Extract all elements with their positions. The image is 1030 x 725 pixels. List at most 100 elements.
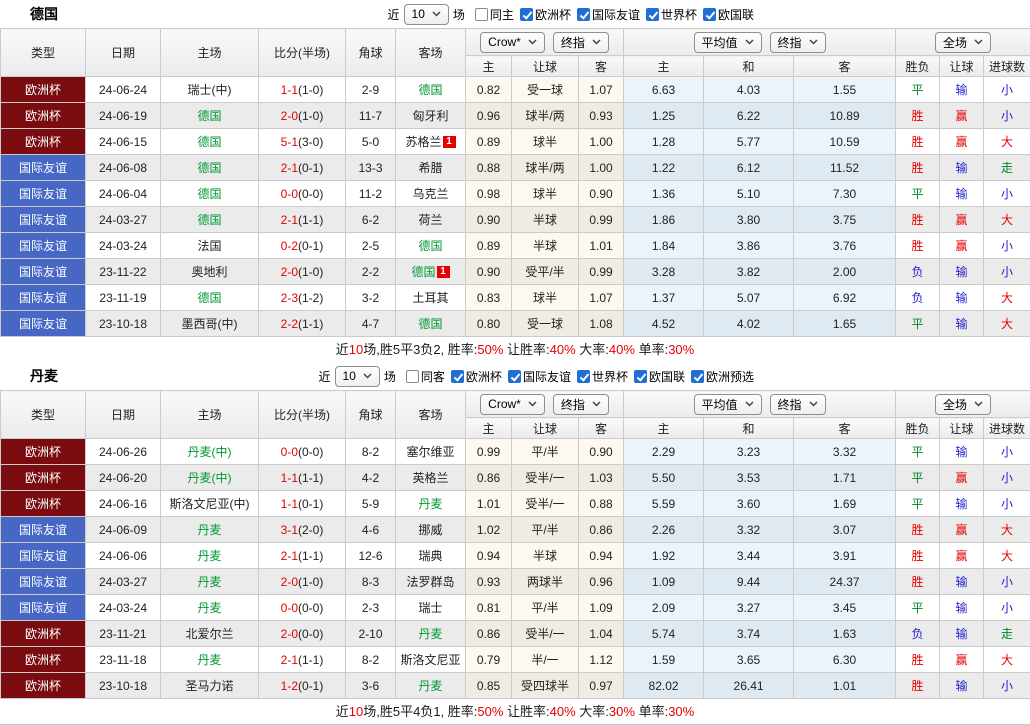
competition-checkbox[interactable]: 欧洲杯 xyxy=(520,6,571,23)
euro-source-select[interactable]: 平均值 xyxy=(694,394,762,415)
half-time-score: (1-1) xyxy=(298,549,323,563)
date-cell: 24-06-20 xyxy=(86,465,161,491)
euro-away-odds-cell: 2.00 xyxy=(794,259,896,285)
date-cell: 24-06-24 xyxy=(86,77,161,103)
score-cell: 3-1(2-0) xyxy=(259,517,346,543)
team-name-text: 丹麦(中) xyxy=(188,471,232,485)
away-team-cell: 苏格兰1 xyxy=(396,129,466,155)
away-team-cell: 瑞典 xyxy=(396,543,466,569)
competition-checkbox[interactable]: 欧洲杯 xyxy=(451,368,502,385)
scope-select[interactable]: 全场 xyxy=(935,32,991,53)
away-team-cell: 法罗群岛 xyxy=(396,569,466,595)
asian-stage-select[interactable]: 终指 xyxy=(553,394,609,415)
same-venue-checkbox[interactable]: 同主 xyxy=(475,6,514,23)
corners-cell: 11-7 xyxy=(346,103,396,129)
euro-home-odds-cell: 5.50 xyxy=(624,465,704,491)
match-row: 国际友谊24-06-06丹麦2-1(1-1)12-6瑞典0.94半球0.941.… xyxy=(1,543,1030,569)
match-row: 欧洲杯24-06-16斯洛文尼亚(中)1-1(0-1)5-9丹麦1.01受半/一… xyxy=(1,491,1030,517)
asian-stage-select-value: 终指 xyxy=(561,34,585,51)
summary-text: 单率: xyxy=(635,342,668,357)
score-cell: 0-0(0-0) xyxy=(259,181,346,207)
date-cell: 23-11-21 xyxy=(86,621,161,647)
scope-select-value: 全场 xyxy=(943,34,967,51)
competition-checkbox[interactable]: 欧国联 xyxy=(634,368,685,385)
chevron-down-icon xyxy=(363,373,372,379)
result-cell: 平 xyxy=(896,465,940,491)
recent-matches-select[interactable]: 10 xyxy=(335,366,380,387)
euro-away-odds-cell: 11.52 xyxy=(794,155,896,181)
team-name-text: 丹麦 xyxy=(197,575,221,589)
competition-checkbox[interactable]: 世界杯 xyxy=(646,6,697,23)
competition-checkbox[interactable]: 欧国联 xyxy=(703,6,754,23)
euro-draw-odds-cell: 3.86 xyxy=(704,233,794,259)
competition-checkbox[interactable]: 国际友谊 xyxy=(577,6,640,23)
column-header: 让球 xyxy=(512,418,579,439)
euro-away-odds-cell: 1.69 xyxy=(794,491,896,517)
asian-home-odds-cell: 0.82 xyxy=(466,77,512,103)
odds-company-select[interactable]: Crow* xyxy=(480,32,545,53)
away-team-cell: 丹麦 xyxy=(396,673,466,699)
odds-company-select[interactable]: Crow* xyxy=(480,394,545,415)
date-cell: 23-10-18 xyxy=(86,311,161,337)
away-team-cell: 荷兰 xyxy=(396,207,466,233)
result-cell: 负 xyxy=(896,259,940,285)
half-time-score: (1-0) xyxy=(298,83,323,97)
euro-stage-select[interactable]: 终指 xyxy=(770,394,826,415)
type-cell: 国际友谊 xyxy=(1,259,86,285)
chevron-down-icon xyxy=(809,39,818,45)
asian-handicap-cell: 球半/两 xyxy=(512,103,579,129)
score-cell: 2-0(0-0) xyxy=(259,621,346,647)
euro-source-select[interactable]: 平均值 xyxy=(694,32,762,53)
asian-home-odds-cell: 1.02 xyxy=(466,517,512,543)
checkbox-label: 世界杯 xyxy=(592,368,628,385)
half-time-score: (0-1) xyxy=(298,239,323,253)
competition-checkbox[interactable]: 欧洲预选 xyxy=(691,368,754,385)
result-cell: 胜 xyxy=(896,233,940,259)
team-name-text: 丹麦 xyxy=(197,653,221,667)
odds-dropdown-group: 全场 xyxy=(896,391,1030,418)
date-cell: 24-03-27 xyxy=(86,569,161,595)
team-name-text: 乌克兰 xyxy=(412,187,448,201)
checkbox-label: 欧国联 xyxy=(649,368,685,385)
same-venue-checkbox[interactable]: 同客 xyxy=(406,368,445,385)
goals-result-cell: 小 xyxy=(984,259,1030,285)
chevron-down-icon xyxy=(528,39,537,45)
euro-draw-odds-cell: 3.23 xyxy=(704,439,794,465)
team-name-text: 丹麦 xyxy=(197,549,221,563)
team-name: 德国 xyxy=(30,4,58,24)
result-cell: 平 xyxy=(896,181,940,207)
corners-cell: 2-5 xyxy=(346,233,396,259)
date-cell: 23-10-18 xyxy=(86,673,161,699)
euro-away-odds-cell: 1.63 xyxy=(794,621,896,647)
home-team-cell: 圣马力诺 xyxy=(161,673,259,699)
half-time-score: (0-0) xyxy=(298,601,323,615)
handicap-result-cell: 输 xyxy=(940,621,984,647)
odds-dropdown-group: 平均值终指 xyxy=(624,391,896,418)
checkbox-checked-icon xyxy=(520,8,533,21)
corners-cell: 5-9 xyxy=(346,491,396,517)
recent-matches-select[interactable]: 10 xyxy=(404,4,449,25)
handicap-result-cell: 输 xyxy=(940,439,984,465)
scope-select[interactable]: 全场 xyxy=(935,394,991,415)
asian-home-odds-cell: 0.98 xyxy=(466,181,512,207)
filter-controls: 近10场同客欧洲杯国际友谊世界杯欧国联欧洲预选 xyxy=(315,366,754,387)
asian-handicap-cell: 受半/一 xyxy=(512,465,579,491)
chevron-down-icon xyxy=(974,401,983,407)
type-cell: 国际友谊 xyxy=(1,569,86,595)
handicap-result-cell: 赢 xyxy=(940,517,984,543)
euro-stage-select[interactable]: 终指 xyxy=(770,32,826,53)
handicap-result-cell: 赢 xyxy=(940,647,984,673)
column-header: 和 xyxy=(704,56,794,77)
asian-stage-select[interactable]: 终指 xyxy=(553,32,609,53)
column-header: 类型 xyxy=(1,29,86,77)
team-name-text: 丹麦 xyxy=(418,627,442,641)
competition-checkbox[interactable]: 世界杯 xyxy=(577,368,628,385)
asian-handicap-cell: 受平/半 xyxy=(512,259,579,285)
date-cell: 24-06-15 xyxy=(86,129,161,155)
goals-result-cell: 大 xyxy=(984,311,1030,337)
full-time-score: 2-0 xyxy=(281,109,298,123)
checkbox-checked-icon xyxy=(451,370,464,383)
euro-home-odds-cell: 1.22 xyxy=(624,155,704,181)
euro-away-odds-cell: 3.91 xyxy=(794,543,896,569)
competition-checkbox[interactable]: 国际友谊 xyxy=(508,368,571,385)
